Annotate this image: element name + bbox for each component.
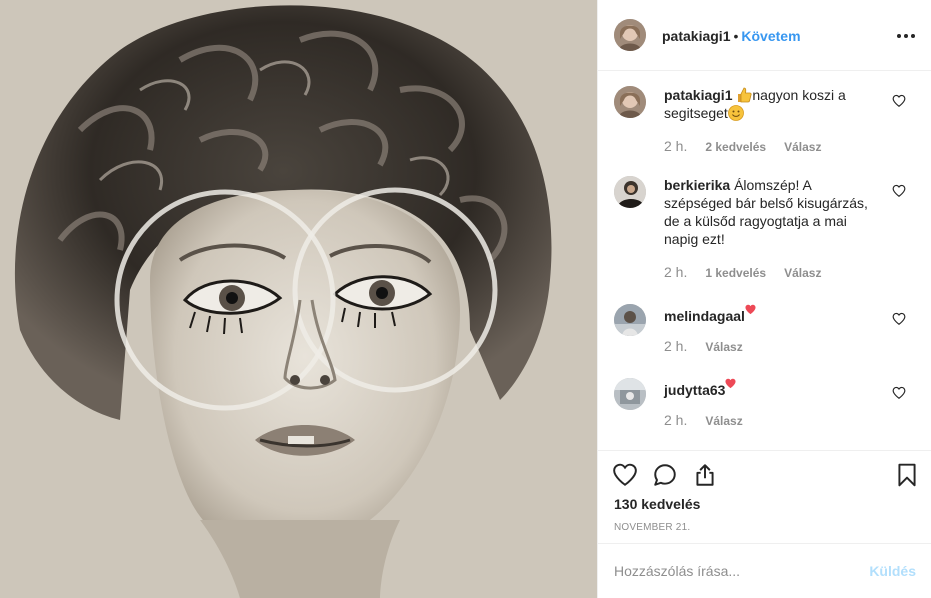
- comment-meta: 2 h. 1 kedvelés Válasz: [664, 264, 821, 280]
- comment-like-heart-icon[interactable]: [892, 94, 906, 108]
- comment-time[interactable]: 2 h.: [664, 412, 687, 428]
- likes-count[interactable]: 130 kedvelés: [614, 496, 700, 512]
- post-header: patakiagi1 • Követem: [598, 0, 931, 71]
- comment-time[interactable]: 2 h.: [664, 338, 687, 354]
- comment-like-heart-icon[interactable]: [892, 184, 906, 198]
- post-actions: 130 kedvelés NOVEMBER 21.: [598, 450, 931, 543]
- post-photo[interactable]: [0, 0, 597, 598]
- comment-body: patakiagi1 nagyon koszi a segitseget: [664, 86, 882, 122]
- comment-body: judytta63: [664, 378, 882, 399]
- send-button[interactable]: Küldés: [869, 563, 916, 579]
- comment-username[interactable]: judytta63: [664, 382, 725, 398]
- comment-meta: 2 h. Válasz: [664, 412, 743, 428]
- reply-button[interactable]: Válasz: [705, 414, 742, 428]
- comment-likes[interactable]: 1 kedvelés: [705, 266, 766, 280]
- separator-dot: •: [733, 28, 739, 44]
- heart-icon[interactable]: [612, 462, 638, 488]
- comment-meta: 2 h. 2 kedvelés Válasz: [664, 138, 821, 154]
- avatar[interactable]: [614, 19, 646, 51]
- reply-button[interactable]: Válasz: [784, 140, 821, 154]
- follow-button[interactable]: Követem: [741, 28, 800, 44]
- smile-emoji-icon: [727, 105, 744, 121]
- comment-likes[interactable]: 2 kedvelés: [705, 140, 766, 154]
- red-heart-emoji-icon: [725, 378, 737, 389]
- post-panel: patakiagi1 • Követem patakiagi1 nagyon k…: [597, 0, 931, 598]
- avatar-image: [614, 176, 646, 208]
- post-date[interactable]: NOVEMBER 21.: [614, 522, 690, 533]
- red-heart-emoji-icon: [745, 304, 756, 315]
- thumbs-up-emoji-icon: [738, 87, 752, 103]
- comments-list[interactable]: patakiagi1 nagyon koszi a segitseget 2 h…: [598, 72, 931, 450]
- comment-username[interactable]: berkierika: [664, 177, 730, 193]
- reply-button[interactable]: Válasz: [784, 266, 821, 280]
- owner-line: patakiagi1 • Követem: [662, 28, 801, 44]
- avatar-image: [614, 304, 646, 336]
- share-icon[interactable]: [692, 462, 718, 488]
- avatar[interactable]: [614, 304, 646, 336]
- comment-meta: 2 h. Válasz: [664, 338, 743, 354]
- comment-username[interactable]: patakiagi1: [664, 87, 732, 103]
- portrait-image: [0, 0, 597, 598]
- comment-input[interactable]: [614, 560, 854, 582]
- reply-button[interactable]: Válasz: [705, 340, 742, 354]
- comment-body: berkierika Álomszép! A szépséged bár bel…: [664, 176, 882, 248]
- avatar-image: [614, 19, 646, 51]
- avatar-image: [614, 378, 646, 410]
- comment-username[interactable]: melindagaal: [664, 308, 745, 324]
- bookmark-icon[interactable]: [894, 462, 920, 488]
- more-horizontal-icon[interactable]: [896, 26, 916, 46]
- comment-time[interactable]: 2 h.: [664, 264, 687, 280]
- comment-like-heart-icon[interactable]: [892, 312, 906, 326]
- comment-icon[interactable]: [652, 462, 678, 488]
- avatar[interactable]: [614, 86, 646, 118]
- comment-time[interactable]: 2 h.: [664, 138, 687, 154]
- comment-composer: Küldés: [598, 543, 931, 598]
- comment-like-heart-icon[interactable]: [892, 386, 906, 400]
- avatar[interactable]: [614, 378, 646, 410]
- avatar-image: [614, 86, 646, 118]
- avatar[interactable]: [614, 176, 646, 208]
- comment-body: melindagaal: [664, 304, 882, 325]
- owner-username[interactable]: patakiagi1: [662, 28, 730, 44]
